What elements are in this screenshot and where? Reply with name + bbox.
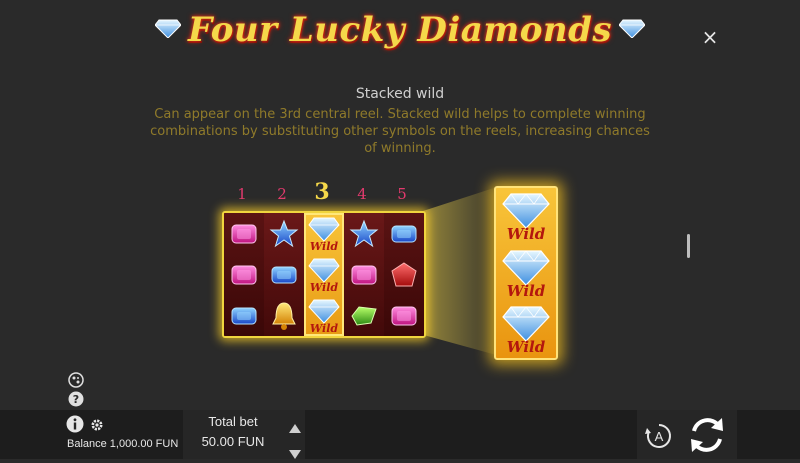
pink-gem-icon	[344, 254, 384, 295]
wild-label: Wild	[310, 281, 339, 294]
reel-5	[384, 213, 424, 336]
blue-gem-icon	[224, 295, 264, 336]
scrollbar-thumb[interactable]	[687, 234, 690, 258]
wild-label: Wild	[507, 338, 546, 355]
pink-gem-icon	[224, 254, 264, 295]
reel-numbers: 1 2 3 4 5	[222, 179, 422, 207]
blue-star-icon	[264, 213, 304, 254]
diamond-icon	[154, 18, 182, 42]
game-title: Four Lucky Diamonds	[187, 10, 613, 50]
autoplay-label: A	[655, 429, 664, 444]
wild-diamond-icon: Wild	[496, 188, 556, 244]
autoplay-button[interactable]: A	[645, 422, 673, 454]
reel-number-active: 3	[314, 179, 330, 205]
bell-icon	[264, 295, 304, 336]
info-icon[interactable]	[66, 415, 84, 437]
gear-icon[interactable]	[90, 417, 104, 436]
feature-heading: Stacked wild	[355, 86, 445, 102]
wild-label: Wild	[507, 282, 546, 299]
help-icon[interactable]: ?	[68, 391, 84, 407]
reel-number: 5	[397, 185, 407, 203]
wild-diamond-icon: Wild	[496, 301, 556, 357]
blue-gem-icon	[384, 213, 424, 254]
balance-text: Balance 1,000.00 FUN	[67, 438, 179, 450]
diamond-icon	[618, 18, 646, 42]
center-panel	[305, 410, 637, 459]
stacked-wild-preview: Wild Wild Wild	[494, 186, 558, 360]
feature-description: Can appear on the 3rd central reel. Stac…	[150, 107, 650, 156]
wild-label: Wild	[507, 225, 546, 242]
blue-star-icon	[344, 213, 384, 254]
green-gem-icon	[344, 295, 384, 336]
wild-diamond-icon: Wild	[304, 213, 344, 254]
wild-label: Wild	[310, 240, 339, 253]
reel-4	[344, 213, 384, 336]
pink-gem-icon	[384, 295, 424, 336]
wild-diamond-icon: Wild	[304, 295, 344, 336]
close-icon[interactable]: ×	[700, 27, 720, 47]
right-panel	[737, 410, 800, 459]
highlight-beam	[420, 186, 500, 356]
game-title-bar: Four Lucky Diamonds	[0, 10, 800, 50]
reel-number: 2	[277, 185, 287, 203]
game-rules-icon[interactable]	[68, 372, 84, 388]
reel-2	[264, 213, 304, 336]
pink-gem-icon	[224, 213, 264, 254]
red-gem-icon	[384, 254, 424, 295]
reel-number: 4	[357, 185, 367, 203]
reel-3-stacked-wild: Wild Wild Wild	[304, 213, 344, 336]
total-bet-label: Total bet	[208, 414, 258, 429]
wild-diamond-icon: Wild	[496, 245, 556, 301]
svg-text:?: ?	[73, 393, 79, 406]
blue-gem-icon	[264, 254, 304, 295]
reel-number: 1	[237, 185, 247, 203]
reel-1	[224, 213, 264, 336]
spin-button[interactable]	[686, 414, 728, 460]
wild-diamond-icon: Wild	[304, 254, 344, 295]
wild-label: Wild	[310, 322, 339, 335]
reel-grid: Wild Wild Wild	[222, 211, 426, 338]
total-bet-value: 50.00 FUN	[201, 434, 265, 449]
decrease-bet-icon[interactable]	[289, 444, 301, 463]
increase-bet-icon[interactable]	[289, 418, 301, 437]
